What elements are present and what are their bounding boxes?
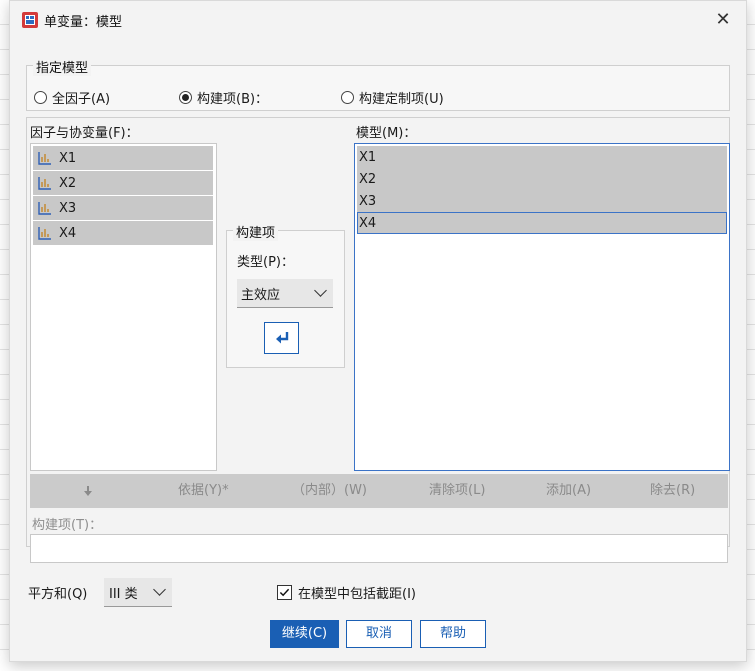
title-bar: 单变量：模型 ✕ — [10, 1, 746, 39]
model-dialog: 单变量：模型 ✕ 指定模型 全因子(A) 构建项(B)： 构建定制项(U) 因子… — [9, 0, 747, 662]
cancel-button[interactable]: 取消 — [346, 620, 412, 648]
radio-label-full-factorial: 全因子(A) — [52, 92, 111, 107]
factors-listbox[interactable]: X1 X2 X3 X4 — [30, 143, 217, 471]
arrow-down-icon — [84, 485, 92, 496]
factor-item-label: X3 — [59, 200, 77, 216]
term-type-select[interactable]: 主效应 — [237, 279, 333, 308]
model-label: 模型(M)： — [356, 126, 417, 141]
include-intercept-checkbox[interactable]: 在模型中包括截距(I) — [277, 583, 416, 602]
radio-circle-full-factorial — [34, 91, 47, 104]
chevron-down-icon — [153, 583, 166, 596]
sum-of-squares-select[interactable]: III 类 — [104, 578, 172, 607]
factor-item[interactable]: X3 — [33, 196, 213, 220]
radio-build-terms[interactable]: 构建项(B)： — [179, 88, 268, 107]
model-item[interactable]: X3 — [357, 190, 727, 212]
factors-label: 因子与协变量(F)： — [30, 126, 139, 141]
term-field-input[interactable] — [30, 534, 728, 563]
clear-term-button[interactable]: 清除项(L) — [429, 479, 485, 503]
radio-label-build-terms: 构建项(B)： — [197, 92, 269, 107]
model-item[interactable]: X1 — [357, 146, 727, 168]
window-title: 单变量：模型 — [44, 15, 123, 30]
scale-variable-icon — [38, 227, 51, 240]
arrow-enter-icon — [276, 332, 289, 344]
scale-variable-icon — [38, 177, 51, 190]
app-icon — [22, 12, 38, 28]
close-icon: ✕ — [715, 9, 731, 30]
factor-item[interactable]: X1 — [33, 146, 213, 170]
factor-item[interactable]: X4 — [33, 221, 213, 245]
add-button[interactable]: 添加(A) — [546, 479, 591, 503]
chevron-down-icon — [314, 284, 327, 297]
term-field-label: 构建项(T)： — [32, 518, 103, 533]
model-item[interactable]: X2 — [357, 168, 727, 190]
down-arrow-button[interactable] — [82, 479, 94, 503]
model-item-selected[interactable]: X4 — [357, 212, 727, 234]
factor-item-label: X1 — [59, 150, 77, 166]
checkmark-icon — [279, 588, 290, 597]
help-button[interactable]: 帮助 — [420, 620, 486, 648]
scale-variable-icon — [38, 202, 51, 215]
type-label: 类型(P)： — [237, 255, 294, 270]
close-button[interactable]: ✕ — [708, 5, 738, 35]
radio-label-custom-terms: 构建定制项(U) — [359, 92, 444, 107]
radio-circle-custom-terms — [341, 91, 354, 104]
include-intercept-label: 在模型中包括截距(I) — [298, 587, 416, 602]
by-button[interactable]: 依据(Y)* — [178, 479, 229, 503]
sum-of-squares-label: 平方和(Q) — [28, 587, 88, 602]
within-button[interactable]: （内部）(W) — [292, 479, 367, 503]
factor-item[interactable]: X2 — [33, 171, 213, 195]
radio-custom-terms[interactable]: 构建定制项(U) — [341, 88, 444, 107]
include-intercept-box — [277, 585, 292, 600]
move-to-model-button[interactable] — [264, 322, 299, 354]
build-term-title: 构建项 — [233, 222, 279, 241]
scale-variable-icon — [38, 152, 51, 165]
model-listbox[interactable]: X1 X2 X3 X4 — [354, 143, 730, 471]
radio-full-factorial[interactable]: 全因子(A) — [34, 88, 110, 107]
term-toolbar: 依据(Y)* （内部）(W) 清除项(L) 添加(A) 除去(R) — [30, 474, 728, 508]
factor-item-label: X4 — [59, 225, 77, 241]
remove-button[interactable]: 除去(R) — [650, 479, 695, 503]
factor-item-label: X2 — [59, 175, 77, 191]
sum-of-squares-value: III 类 — [109, 586, 138, 602]
term-type-value: 主效应 — [241, 287, 281, 303]
continue-button[interactable]: 继续(C) — [270, 620, 339, 648]
radio-circle-build-terms — [179, 91, 192, 104]
specify-model-title: 指定模型 — [33, 57, 92, 76]
